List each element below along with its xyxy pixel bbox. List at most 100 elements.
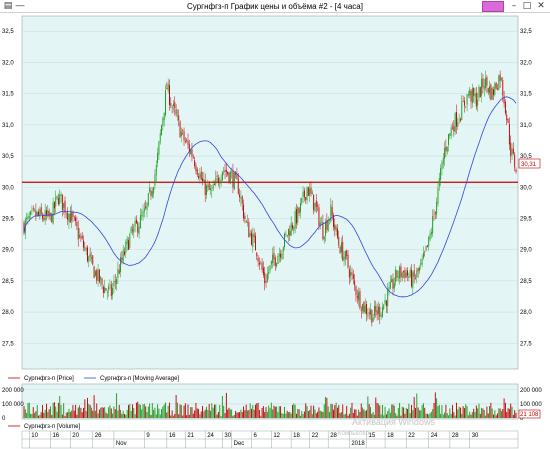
volume-bar bbox=[262, 406, 264, 418]
candle-body bbox=[375, 305, 377, 312]
volume-bar bbox=[502, 409, 504, 418]
x-tick-label: 20 bbox=[72, 433, 79, 439]
volume-bar bbox=[149, 403, 151, 418]
volume-bar bbox=[36, 405, 38, 418]
volume-bar bbox=[278, 406, 280, 418]
candle-body bbox=[130, 227, 132, 233]
candle-body bbox=[348, 269, 350, 278]
candle-body bbox=[233, 173, 235, 190]
candle-body bbox=[385, 300, 387, 307]
candle-body bbox=[512, 148, 514, 154]
candle-body bbox=[424, 251, 426, 252]
candle-body bbox=[206, 185, 207, 196]
volume-bar bbox=[446, 413, 448, 418]
y-tick-label-left: 28,0 bbox=[2, 310, 14, 316]
volume-bar bbox=[416, 393, 418, 418]
price-volume-chart: 27,5 28,0 28,5 29,0 29,5 30,0 30,5 31,0 31,5 32,0… bbox=[0, 15, 550, 449]
candle-body bbox=[264, 272, 266, 284]
maximize-button[interactable]: □ bbox=[521, 1, 533, 12]
candle-body bbox=[277, 256, 279, 265]
volume-bar bbox=[97, 413, 99, 418]
candle-body bbox=[391, 278, 393, 283]
volume-bar bbox=[90, 407, 92, 418]
title-bar[interactable]: ▤ ― Сургнфгз-п График цены и объёма #2 -… bbox=[0, 0, 550, 13]
candle-body bbox=[68, 214, 70, 223]
volume-bar bbox=[204, 409, 206, 418]
y-tick-label-right: 29,5 bbox=[520, 216, 532, 222]
volume-bar bbox=[442, 414, 444, 418]
volume-bar bbox=[239, 412, 241, 418]
candle-body bbox=[358, 292, 360, 301]
volume-bar bbox=[159, 414, 161, 418]
volume-bar bbox=[174, 413, 176, 418]
candle-body bbox=[415, 277, 416, 279]
y-tick-label-left: 30,5 bbox=[2, 154, 14, 160]
candle-body bbox=[170, 103, 172, 106]
candle-body bbox=[315, 200, 317, 207]
candle-body bbox=[489, 86, 491, 94]
candle-body bbox=[400, 266, 402, 278]
candle-body bbox=[126, 238, 128, 244]
volume-bar bbox=[313, 405, 315, 418]
volume-bar bbox=[506, 412, 508, 418]
candle-body bbox=[77, 227, 79, 240]
volume-bar bbox=[203, 411, 205, 418]
candle-body bbox=[458, 119, 460, 121]
volume-bar bbox=[161, 408, 163, 418]
candle-body bbox=[217, 178, 219, 184]
volume-bar bbox=[191, 407, 193, 418]
volume-bar bbox=[269, 408, 271, 418]
volume-bar bbox=[196, 408, 198, 418]
minimize-button[interactable]: – bbox=[508, 1, 520, 12]
volume-bar bbox=[474, 412, 476, 418]
x-month-label: 2018 bbox=[351, 441, 365, 447]
volume-bar bbox=[106, 413, 108, 418]
candle-body bbox=[49, 213, 51, 215]
volume-bar bbox=[128, 404, 129, 418]
volume-bar bbox=[55, 406, 57, 418]
candle-body bbox=[430, 231, 432, 235]
volume-bar bbox=[347, 415, 349, 418]
candle-body bbox=[299, 202, 301, 213]
volume-bar bbox=[306, 406, 308, 418]
volume-bar bbox=[470, 414, 472, 418]
candle-body bbox=[438, 177, 440, 187]
volume-bar bbox=[462, 406, 464, 418]
volume-bar bbox=[175, 395, 177, 418]
pin-button[interactable] bbox=[482, 1, 504, 12]
candle-body bbox=[487, 88, 489, 93]
candle-body bbox=[321, 222, 323, 224]
x-tick-label: 24 bbox=[431, 433, 438, 439]
candle-body bbox=[110, 284, 112, 297]
volume-bar bbox=[126, 409, 128, 418]
candle-body bbox=[232, 170, 234, 188]
candle-body bbox=[65, 213, 67, 215]
candle-body bbox=[417, 267, 419, 272]
candle-body bbox=[327, 221, 329, 232]
candle-body bbox=[52, 202, 54, 224]
volume-bar bbox=[202, 405, 204, 418]
volume-bar bbox=[167, 405, 169, 418]
candle-body bbox=[210, 188, 211, 190]
candle-body bbox=[274, 257, 276, 266]
candle-body bbox=[243, 204, 245, 219]
volume-bar bbox=[217, 411, 219, 418]
candle-body bbox=[122, 250, 124, 262]
candle-body bbox=[273, 252, 275, 260]
volume-bar bbox=[433, 403, 435, 418]
candle-body bbox=[40, 207, 42, 214]
candle-body bbox=[495, 82, 497, 89]
volume-bar bbox=[121, 413, 123, 418]
volume-bar bbox=[195, 402, 197, 418]
candle-body bbox=[149, 188, 151, 192]
volume-bar bbox=[319, 410, 321, 418]
candle-body bbox=[420, 263, 422, 266]
candle-body bbox=[112, 288, 114, 295]
candle bbox=[491, 86, 493, 100]
candle-body bbox=[466, 94, 468, 105]
volume-tick-label-left: 0 bbox=[2, 416, 6, 422]
close-button[interactable]: ✕ bbox=[535, 1, 547, 12]
volume-bar bbox=[489, 406, 491, 418]
candle-body bbox=[360, 309, 362, 312]
candle bbox=[147, 192, 149, 208]
